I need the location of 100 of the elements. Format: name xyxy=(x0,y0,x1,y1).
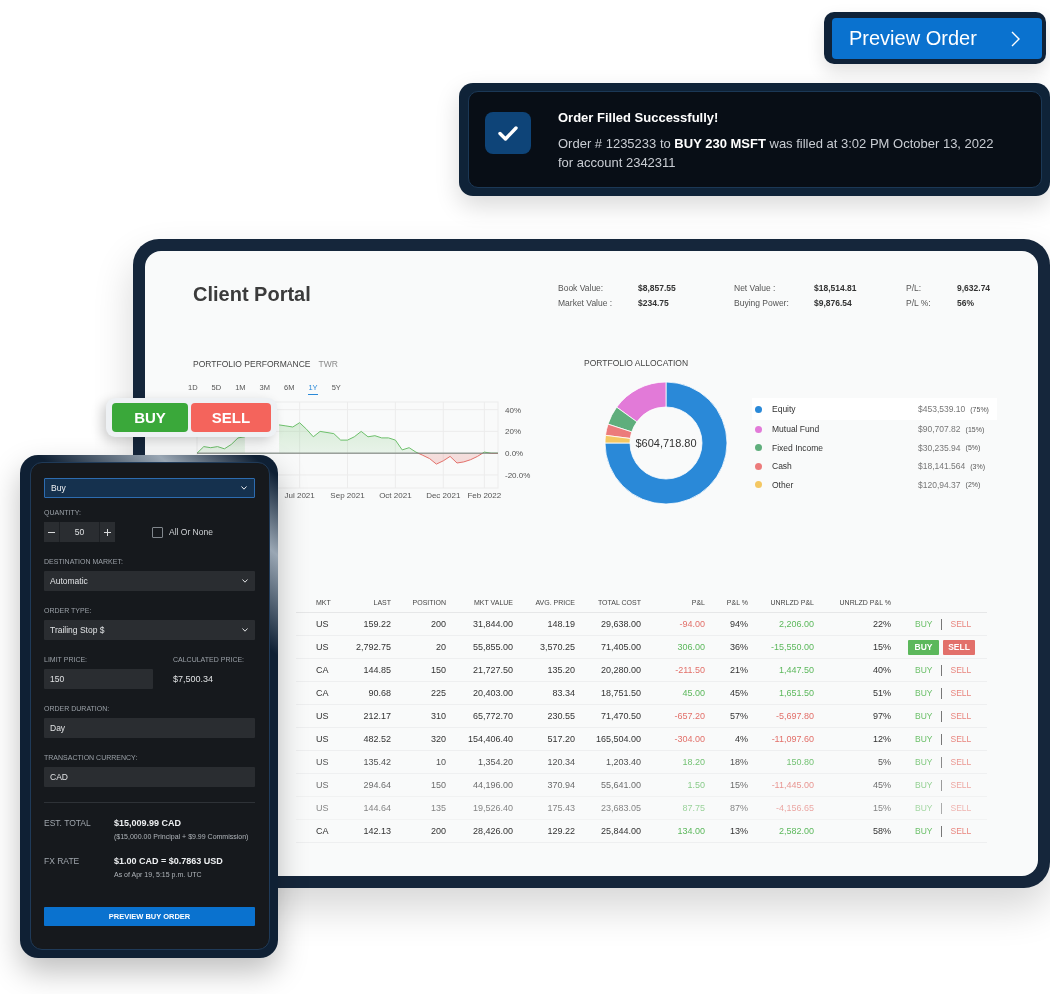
table-cell: CA xyxy=(316,688,329,698)
table-cell: 165,504.00 xyxy=(595,734,641,744)
legend-label: Mutual Fund xyxy=(772,424,821,435)
table-cell: US xyxy=(316,642,329,652)
donut-total: $604,718.80 xyxy=(635,437,697,449)
table-cell: 144.64 xyxy=(363,803,391,813)
buy-button[interactable]: BUY xyxy=(915,618,933,630)
buy-button[interactable]: BUY xyxy=(908,639,939,655)
sell-button[interactable]: SELL xyxy=(950,756,972,768)
table-cell: 200 xyxy=(430,826,446,836)
stat-value: 56% xyxy=(957,297,974,310)
sell-button[interactable]: SELL xyxy=(191,403,271,432)
sell-button[interactable]: SELL xyxy=(950,825,972,837)
chevron-down-icon xyxy=(241,486,247,490)
sell-button[interactable]: SELL xyxy=(950,664,972,676)
table-cell: 51% xyxy=(873,688,891,698)
x-axis-label: Oct 2021 xyxy=(379,491,412,500)
decrease-button[interactable] xyxy=(44,522,59,542)
table-cell: 135.42 xyxy=(363,757,391,767)
table-cell: 87% xyxy=(730,803,748,813)
buy-button[interactable]: BUY xyxy=(915,779,933,791)
table-cell: 150 xyxy=(430,780,446,790)
buy-button[interactable]: BUY xyxy=(915,802,933,814)
table-cell: 150 xyxy=(430,665,446,675)
page-title: Client Portal xyxy=(193,282,312,307)
table-cell: US xyxy=(316,780,329,790)
input-field[interactable]: Day xyxy=(44,718,255,738)
table-cell: 134.00 xyxy=(677,826,705,836)
table-cell: 71,470.50 xyxy=(600,711,641,721)
select-field[interactable]: Automatic xyxy=(44,571,255,591)
table-cell: 15% xyxy=(873,803,891,813)
table-cell: 87.75 xyxy=(682,803,705,813)
table-cell: US xyxy=(316,734,329,744)
buy-button[interactable]: BUY xyxy=(915,664,933,676)
sell-button[interactable]: SELL xyxy=(950,710,972,722)
table-cell: 90.68 xyxy=(368,688,391,698)
select-field[interactable]: Trailing Stop $ xyxy=(44,620,255,640)
legend-label: Cash xyxy=(772,461,793,472)
table-cell: 150.80 xyxy=(786,757,814,767)
table-cell: 517.20 xyxy=(547,734,575,744)
sell-button[interactable]: SELL xyxy=(950,618,972,630)
table-cell: 135 xyxy=(430,803,446,813)
table-cell: 20,403.00 xyxy=(472,688,513,698)
legend-label: Fixed Income xyxy=(772,442,825,453)
legend-amount: $120,94.37 xyxy=(918,479,961,490)
table-cell: 135.20 xyxy=(547,665,575,675)
quantity-field[interactable]: 50 xyxy=(59,522,100,542)
chart-title: PORTFOLIO ALLOCATION xyxy=(584,358,689,368)
table-cell: 175.43 xyxy=(547,803,575,813)
legend-amount: $30,235.94 xyxy=(918,442,961,453)
sell-button[interactable]: SELL xyxy=(950,802,972,814)
table-cell: 1,203.40 xyxy=(605,757,641,767)
buy-button[interactable]: BUY xyxy=(915,687,933,699)
stat-label: Net Value : xyxy=(734,282,776,295)
total-label: FX RATE xyxy=(44,855,80,867)
buy-button[interactable]: BUY xyxy=(915,710,933,722)
table-cell: -657.20 xyxy=(674,711,705,721)
checkbox[interactable] xyxy=(152,526,163,538)
table-cell: -11,097.60 xyxy=(771,734,814,744)
table-cell: -4,156.65 xyxy=(775,803,814,813)
sell-button[interactable]: SELL xyxy=(943,639,975,655)
preview-order-button[interactable]: Preview Order xyxy=(832,18,1042,59)
input-field[interactable]: CAD xyxy=(44,767,255,787)
buy-button[interactable]: BUY xyxy=(915,733,933,745)
x-axis-label: Feb 2022 xyxy=(467,491,502,500)
table-cell: 230.55 xyxy=(547,711,575,721)
increase-button[interactable] xyxy=(100,522,115,542)
total-value: $1.00 CAD = $0.7863 USD xyxy=(114,855,223,867)
table-cell: 45% xyxy=(873,780,891,790)
stat-label: P/L: xyxy=(906,282,922,295)
notification-title: Order Filled Successfully! xyxy=(558,110,720,126)
table-cell: US xyxy=(316,803,329,813)
plus-icon xyxy=(104,528,111,536)
table-cell: CA xyxy=(316,826,329,836)
y-axis-label: 40% xyxy=(505,405,521,415)
x-axis-label: Dec 2021 xyxy=(426,491,461,500)
table-cell: 44,196.00 xyxy=(472,780,513,790)
table-cell: 3,570.25 xyxy=(539,642,575,652)
y-axis-label: 0.0% xyxy=(505,449,524,459)
buy-button[interactable]: BUY xyxy=(915,825,933,837)
calculated-price: $7,500.34 xyxy=(173,673,214,686)
legend-amount: $18,141.564 xyxy=(918,461,966,472)
sell-button[interactable]: SELL xyxy=(950,779,972,791)
table-cell: 97% xyxy=(873,711,891,721)
table-cell: 31,844.00 xyxy=(472,619,513,629)
table-cell: 148.19 xyxy=(547,619,575,629)
table-cell: 2,206.00 xyxy=(778,619,814,629)
input-field[interactable]: 150 xyxy=(44,669,153,689)
table-cell: 1.50 xyxy=(687,780,705,790)
stat-value: 9,632.74 xyxy=(957,282,991,295)
table-cell: 5% xyxy=(878,757,891,767)
y-axis-label: -20.0% xyxy=(505,470,531,480)
buy-button[interactable]: BUY xyxy=(915,756,933,768)
sell-button[interactable]: SELL xyxy=(950,687,972,699)
table-cell: 144.85 xyxy=(363,665,391,675)
table-cell: -15,550.00 xyxy=(770,642,814,652)
buy-button[interactable]: BUY xyxy=(112,403,188,432)
table-cell: 36% xyxy=(730,642,748,652)
sell-button[interactable]: SELL xyxy=(950,733,972,745)
order-side-select[interactable]: Buy xyxy=(44,478,255,498)
